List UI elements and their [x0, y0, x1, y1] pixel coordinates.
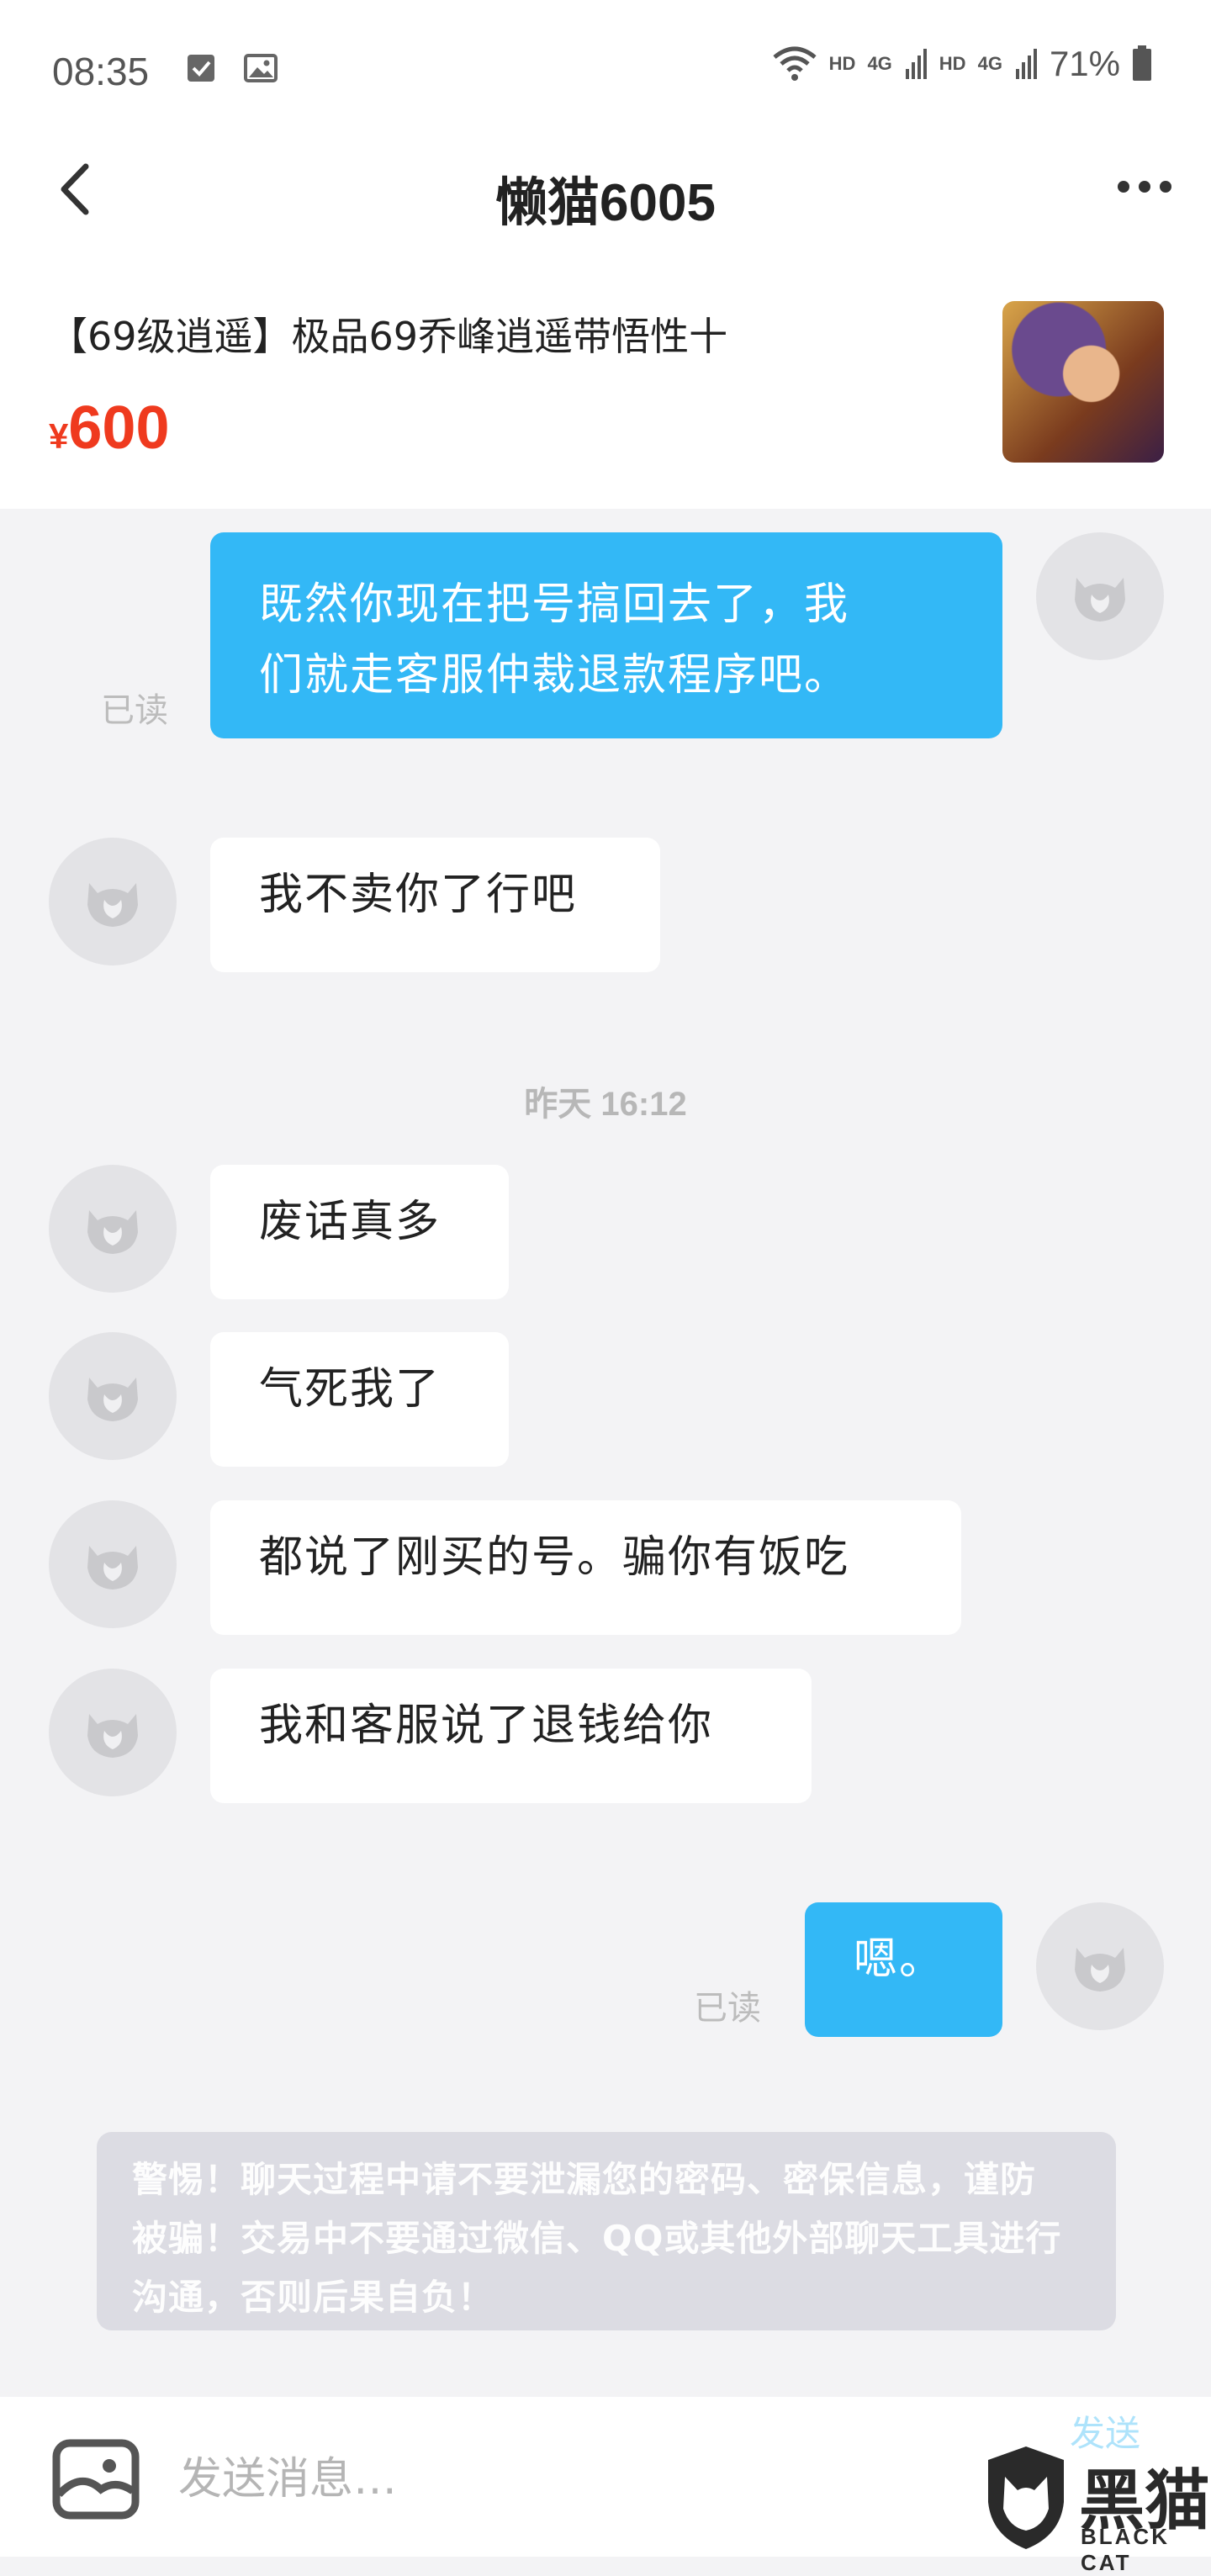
image-icon [244, 54, 278, 82]
price-amount: 600 [68, 394, 170, 462]
avatar-seller[interactable] [49, 1669, 177, 1796]
warning-line: 警惕！聊天过程中请不要泄漏您的密码、密保信息，谨防 [132, 2159, 1037, 2200]
signal-icon [1015, 49, 1037, 79]
watermark-logo: 黑猫 BLACK CAT [980, 2443, 1211, 2575]
cat-avatar-icon [87, 1714, 138, 1758]
image-picker-icon [52, 2439, 140, 2520]
avatar-seller[interactable] [49, 1165, 177, 1293]
avatar-self[interactable] [1036, 1902, 1164, 2030]
product-thumbnail[interactable] [1002, 301, 1164, 463]
cat-avatar-icon [1075, 578, 1125, 622]
signal-icon [905, 49, 927, 79]
product-title: 【69级逍遥】极品69乔峰逍遥带悟性十 [49, 314, 728, 359]
network-label-2: 4G [977, 53, 1002, 74]
cat-avatar-icon [87, 883, 138, 927]
check-square-icon [188, 55, 214, 82]
product-price: ¥600 [49, 394, 170, 463]
status-right: HD 4G HD 4G 71% [772, 44, 1152, 84]
status-left-icons [187, 54, 278, 82]
avatar-seller[interactable] [49, 1332, 177, 1460]
message-bubble-incoming[interactable]: 都说了刚买的号。骗你有饭吃 [210, 1500, 961, 1635]
cat-avatar-icon [87, 1378, 138, 1421]
hd-label-1: HD [828, 53, 856, 74]
warning-line: 沟通，否则后果自负！ [132, 2277, 494, 2318]
battery-icon [1133, 45, 1151, 81]
message-bubble-incoming[interactable]: 废话真多 [210, 1165, 509, 1299]
message-text-line: 既然你现在把号搞回去了，我 [259, 579, 850, 630]
status-bar: 08:35 HD 4G HD 4G 71% [0, 0, 1211, 143]
cat-avatar-icon [87, 1210, 138, 1254]
time-divider: 昨天 16:12 [524, 1086, 687, 1123]
message-text-line: 们就走客服仲裁退款程序吧。 [259, 650, 850, 701]
message-input[interactable] [177, 2441, 937, 2518]
image-picker-button[interactable] [52, 2439, 140, 2520]
read-receipt: 已读 [694, 1989, 761, 2028]
battery-percent: 71% [1049, 44, 1120, 83]
hd-label-2: HD [939, 53, 966, 74]
cat-avatar-icon [1075, 1948, 1125, 1992]
wifi-icon [773, 46, 817, 81]
message-bubble-outgoing[interactable]: 既然你现在把号搞回去了，我 们就走客服仲裁退款程序吧。 [210, 532, 1002, 738]
network-label-1: 4G [867, 53, 892, 74]
avatar-seller[interactable] [49, 838, 177, 965]
avatar-self[interactable] [1036, 532, 1164, 660]
status-time: 08:35 [52, 50, 150, 93]
avatar-seller[interactable] [49, 1500, 177, 1628]
message-bubble-incoming[interactable]: 我不卖你了行吧 [210, 838, 660, 972]
more-button[interactable] [1115, 170, 1174, 204]
more-icon [1118, 181, 1171, 193]
message-bubble-outgoing[interactable]: 嗯。 [805, 1902, 1002, 2037]
message-bubble-incoming[interactable]: 气死我了 [210, 1332, 509, 1467]
safety-warning: 警惕！聊天过程中请不要泄漏您的密码、密保信息，谨防 被骗！交易中不要通过微信、Q… [97, 2132, 1116, 2330]
message-bubble-incoming[interactable]: 我和客服说了退钱给你 [210, 1669, 812, 1803]
watermark-subtext: BLACK CAT [1081, 2524, 1170, 2575]
currency-symbol: ¥ [49, 416, 69, 456]
cat-shield-logo-icon [988, 2446, 1064, 2549]
product-card[interactable]: 【69级逍遥】极品69乔峰逍遥带悟性十 ¥600 [0, 252, 1211, 509]
chat-header: 懒猫6005 [0, 126, 1211, 252]
cat-avatar-icon [87, 1546, 138, 1590]
warning-line: 被骗！交易中不要通过微信、QQ或其他外部聊天工具进行 [132, 2218, 1062, 2259]
chat-title: 懒猫6005 [495, 174, 716, 232]
read-receipt: 已读 [101, 691, 168, 730]
